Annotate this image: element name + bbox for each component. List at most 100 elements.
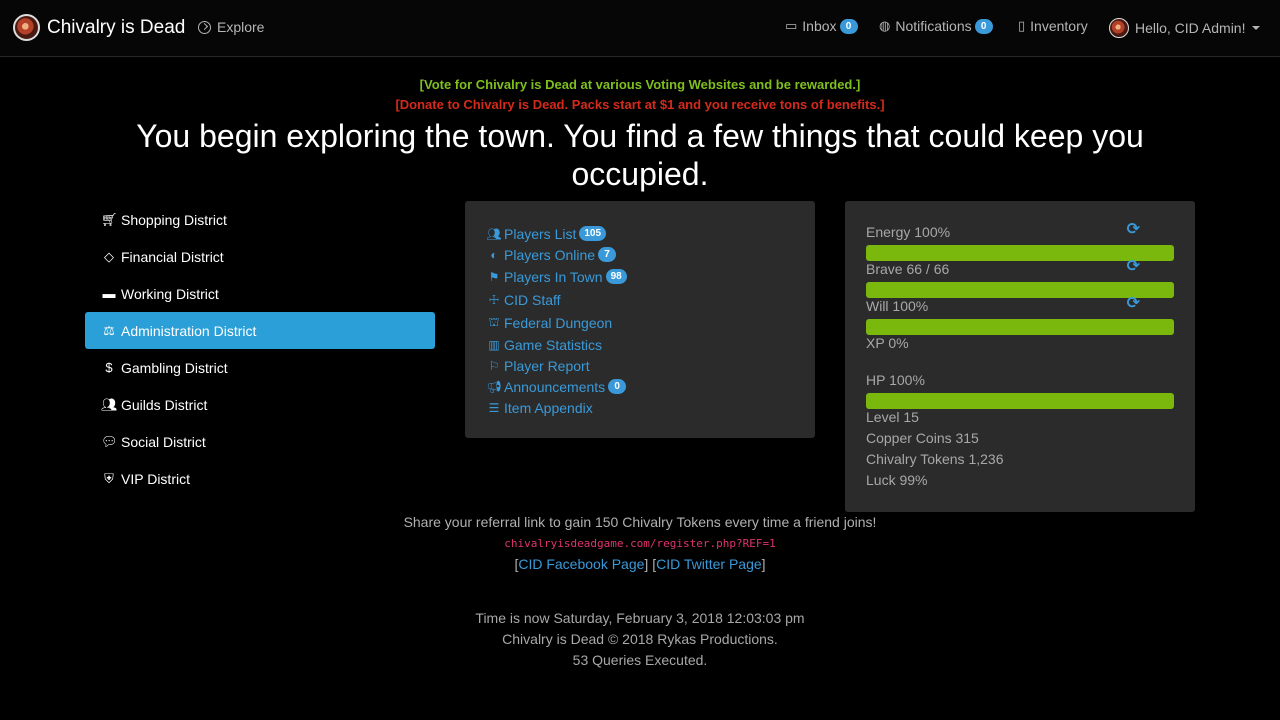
sidebar-item-working-district[interactable]: ▬ Working District xyxy=(85,275,435,312)
will-bar xyxy=(866,319,1174,335)
vote-announcement[interactable]: [Vote for Chivalry is Dead at various Vo… xyxy=(0,77,1280,92)
twitter-link[interactable]: CID Twitter Page xyxy=(656,556,762,572)
announcements-link[interactable]: 📢︎ Announcements 0 xyxy=(465,376,815,397)
link-label: CID Staff xyxy=(504,291,561,308)
link-label: Game Statistics xyxy=(504,336,603,353)
will-label: Will 100% xyxy=(866,298,929,314)
refresh-brave-icon[interactable]: ⟳ xyxy=(1127,259,1140,275)
diamond-icon: ◇ xyxy=(104,248,114,264)
page-title: You begin exploring the town. You find a… xyxy=(136,118,1144,192)
will-stat: Will 100% ⟳ xyxy=(866,296,1174,319)
inbox-badge: 0 xyxy=(839,18,858,34)
sidebar-item-label: Guilds District xyxy=(121,396,208,413)
sidebar-item-financial-district[interactable]: ◇ Financial District xyxy=(85,238,435,275)
players-online-link[interactable]: ◐ Players Online 7 xyxy=(465,244,815,265)
hp-stat: HP 100% xyxy=(866,372,1174,393)
users-icon: 👥︎ xyxy=(101,396,118,412)
copper-coins-stat: Copper Coins 315 xyxy=(866,430,979,446)
notifications-link[interactable]: ◍ Notifications 0 xyxy=(879,18,993,34)
bar-chart-icon: ▥ xyxy=(488,337,500,352)
sidebar-item-guilds-district[interactable]: 👥︎ Guilds District xyxy=(85,386,435,423)
inbox-icon: ▭ xyxy=(785,18,798,33)
town-links-panel: 👥︎ Players List 105 ◐ Players Online 7 ⚑… xyxy=(465,201,815,438)
user-menu-dropdown[interactable]: Hello, CID Admin! xyxy=(1109,18,1261,38)
xp-stat: XP 0% xyxy=(866,335,1174,356)
social-links: [CID Facebook Page] [CID Twitter Page] xyxy=(514,556,766,572)
sidebar-item-label: Working District xyxy=(121,285,219,302)
link-label: Players In Town xyxy=(504,268,603,285)
item-appendix-link[interactable]: ☰ Item Appendix xyxy=(465,397,815,418)
query-count: 53 Queries Executed. xyxy=(572,652,708,668)
dollar-icon: $ xyxy=(105,360,113,375)
donate-announcement[interactable]: [Donate to Chivalry is Dead. Packs start… xyxy=(0,97,1280,112)
inbox-link[interactable]: ▭ Inbox 0 xyxy=(785,18,858,34)
chivalry-tokens-stat: Chivalry Tokens 1,236 xyxy=(866,451,1004,467)
count-badge: 105 xyxy=(579,226,607,241)
inbox-label: Inbox xyxy=(802,18,837,34)
players-in-town-link[interactable]: ⚑ Players In Town 98 xyxy=(465,265,815,288)
cid-staff-link[interactable]: ☩ CID Staff xyxy=(465,288,815,311)
link-label: Announcements xyxy=(504,378,606,395)
sidebar-item-label: VIP District xyxy=(121,470,190,487)
comments-icon: 💬︎ xyxy=(101,433,118,449)
facebook-link[interactable]: CID Facebook Page xyxy=(518,556,644,572)
hp-label: HP 100% xyxy=(866,372,925,388)
count-badge: 7 xyxy=(598,247,617,262)
sidebar-item-label: Administration District xyxy=(121,322,257,339)
sidebar-item-gambling-district[interactable]: $ Gambling District xyxy=(85,349,435,386)
inventory-icon: ▯ xyxy=(1018,18,1026,33)
avatar xyxy=(1109,18,1129,38)
sidebar-item-social-district[interactable]: 💬︎ Social District xyxy=(85,423,435,460)
level-stat: Level 15 xyxy=(866,409,919,425)
town-icon: ⚑ xyxy=(488,269,500,284)
refresh-energy-icon[interactable]: ⟳ xyxy=(1127,222,1140,238)
compass-icon xyxy=(198,20,211,34)
balance-scale-icon: ⚖︎ xyxy=(103,322,115,338)
cart-icon: 🛒︎ xyxy=(101,211,118,227)
flag-icon: ⚐ xyxy=(488,358,500,373)
sidebar-item-label: Social District xyxy=(121,433,206,450)
referral-link[interactable]: chivalryisdeadgame.com/register.php?REF=… xyxy=(0,537,1280,550)
link-label: Players List xyxy=(504,225,577,242)
player-report-link[interactable]: ⚐ Player Report xyxy=(465,355,815,376)
energy-stat: Energy 100% ⟳ xyxy=(866,222,1174,245)
inventory-label: Inventory xyxy=(1030,18,1088,34)
link-label: Federal Dungeon xyxy=(504,314,613,331)
district-menu: 🛒︎ Shopping District ◇ Financial Distric… xyxy=(85,201,435,497)
count-badge: 98 xyxy=(605,269,627,284)
copyright: Chivalry is Dead © 2018 Rykas Production… xyxy=(502,631,778,647)
player-stats-panel: Energy 100% ⟳ Brave 66 / 66 ⟳ Will 100% … xyxy=(845,201,1195,512)
sidebar-item-label: Shopping District xyxy=(121,211,227,228)
luck-stat: Luck 99% xyxy=(866,472,928,488)
energy-label: Energy 100% xyxy=(866,224,951,240)
brave-stat: Brave 66 / 66 ⟳ xyxy=(866,259,1174,282)
brand-title: Chivalry is Dead xyxy=(47,16,186,38)
chevron-down-icon xyxy=(1252,26,1261,30)
sidebar-item-label: Gambling District xyxy=(121,359,228,376)
sidebar-item-vip-district[interactable]: ⛨ VIP District xyxy=(85,460,435,497)
inventory-link[interactable]: ▯ Inventory xyxy=(1018,18,1088,34)
explore-link[interactable]: Explore xyxy=(198,19,264,35)
server-time: Time is now Saturday, February 3, 2018 1… xyxy=(475,610,805,626)
user-greeting: Hello, CID Admin! xyxy=(1135,20,1246,36)
xp-bar xyxy=(866,356,1174,372)
top-navbar: Chivalry is Dead Explore ▭ Inbox 0 ◍ Not… xyxy=(0,0,1280,57)
game-statistics-link[interactable]: ▥ Game Statistics xyxy=(465,334,815,355)
count-badge: 0 xyxy=(608,379,627,394)
staff-icon: ☩ xyxy=(488,292,500,307)
users-icon: 👥︎ xyxy=(486,226,502,241)
shield-icon: ⛨ xyxy=(104,470,114,486)
notifications-badge: 0 xyxy=(974,18,993,34)
hp-bar xyxy=(866,393,1174,409)
link-label: Item Appendix xyxy=(504,399,593,416)
bullhorn-icon: 📢︎ xyxy=(486,379,502,394)
notifications-label: Notifications xyxy=(895,18,972,34)
game-logo-icon xyxy=(13,14,40,41)
sidebar-item-administration-district[interactable]: ⚖︎ Administration District xyxy=(85,312,435,349)
refresh-will-icon[interactable]: ⟳ xyxy=(1127,296,1140,312)
players-list-link[interactable]: 👥︎ Players List 105 xyxy=(465,223,815,244)
sidebar-item-shopping-district[interactable]: 🛒︎ Shopping District xyxy=(85,201,435,238)
federal-dungeon-link[interactable]: ⛫ Federal Dungeon xyxy=(465,311,815,334)
brand-link[interactable]: Chivalry is Dead xyxy=(13,14,185,41)
sidebar-item-label: Financial District xyxy=(121,248,224,265)
